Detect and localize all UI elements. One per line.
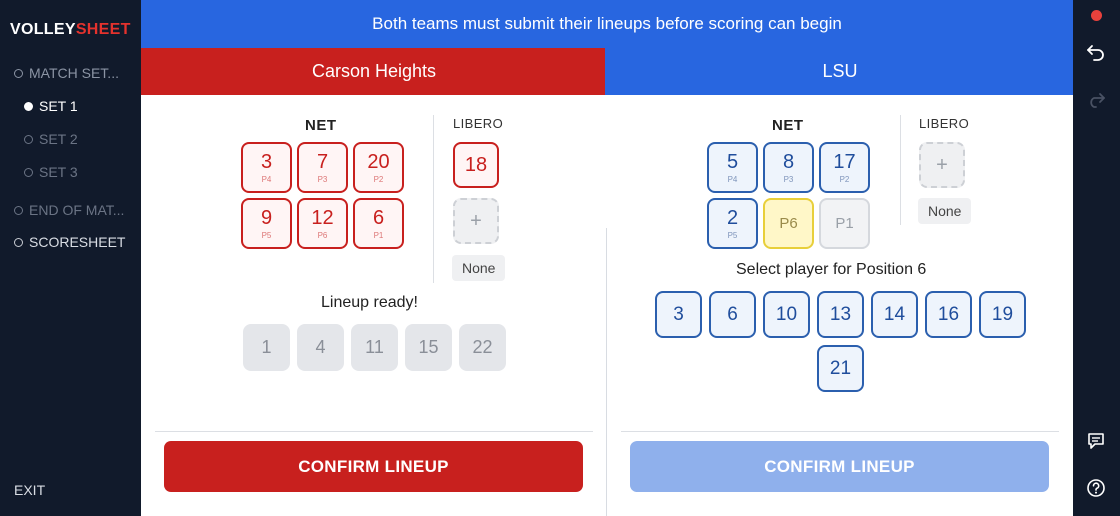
- away-footer-divider: [621, 431, 1059, 432]
- away-roster-player[interactable]: 6: [709, 291, 756, 338]
- sidebar-item-set-2[interactable]: SET 2: [24, 131, 78, 147]
- away-court-p5[interactable]: 2 P5: [707, 198, 758, 249]
- sidebar-item-label: MATCH SET...: [29, 65, 119, 81]
- home-confirm-lineup-button[interactable]: CONFIRM LINEUP: [164, 441, 583, 492]
- home-footer-divider: [155, 431, 593, 432]
- exit-button[interactable]: EXIT: [14, 482, 45, 498]
- sidebar-item-match-setup[interactable]: MATCH SET...: [14, 65, 119, 81]
- away-libero-none[interactable]: None: [918, 198, 972, 224]
- away-team-header: LSU: [607, 48, 1073, 95]
- away-court-p1-empty[interactable]: P1: [819, 198, 870, 249]
- undo-icon[interactable]: [1085, 41, 1107, 63]
- circle-icon: [14, 205, 23, 215]
- home-court-p2[interactable]: 20 P2: [353, 142, 404, 193]
- away-roster-player[interactable]: 13: [817, 291, 864, 338]
- home-court-p4[interactable]: 3 P4: [241, 142, 292, 193]
- app-logo: VOLLEYSHEET: [10, 21, 131, 38]
- redo-icon[interactable]: [1085, 88, 1107, 110]
- sidebar-item-label: SCORESHEET: [29, 234, 126, 250]
- away-roster-player[interactable]: 10: [763, 291, 810, 338]
- panel-divider: [606, 228, 607, 516]
- home-bench-player[interactable]: 15: [405, 324, 452, 371]
- home-lineup-status: Lineup ready!: [321, 294, 418, 311]
- home-bench-player[interactable]: 22: [459, 324, 506, 371]
- home-court-p3[interactable]: 7 P3: [297, 142, 348, 193]
- record-dot-icon: [1091, 10, 1102, 21]
- away-roster-player[interactable]: 21: [817, 345, 864, 392]
- sidebar: VOLLEYSHEET MATCH SET... SET 1 SET 2 SET…: [0, 0, 141, 516]
- away-confirm-lineup-button[interactable]: CONFIRM LINEUP: [630, 441, 1049, 492]
- home-net-label: NET: [305, 117, 337, 134]
- away-libero-label: LIBERO: [919, 116, 970, 131]
- header-divider: [605, 48, 608, 95]
- home-add-libero-button[interactable]: +: [453, 198, 499, 244]
- home-bench-player[interactable]: 1: [243, 324, 290, 371]
- home-court-p5[interactable]: 9 P5: [241, 198, 292, 249]
- sidebar-item-set-1[interactable]: SET 1: [24, 98, 78, 114]
- away-roster-player[interactable]: 14: [871, 291, 918, 338]
- home-bench-player[interactable]: 4: [297, 324, 344, 371]
- home-libero-divider: [433, 115, 434, 283]
- home-court-p1[interactable]: 6 P1: [353, 198, 404, 249]
- app-root: VOLLEYSHEET MATCH SET... SET 1 SET 2 SET…: [0, 0, 1120, 516]
- sidebar-item-label: SET 3: [39, 164, 78, 180]
- home-libero-label: LIBERO: [453, 116, 504, 131]
- sidebar-item-label: SET 2: [39, 131, 78, 147]
- circle-icon: [24, 167, 33, 177]
- circle-icon: [14, 68, 23, 78]
- home-team-header: Carson Heights: [141, 48, 607, 95]
- lineup-banner: Both teams must submit their lineups bef…: [141, 0, 1073, 48]
- sidebar-item-set-3[interactable]: SET 3: [24, 164, 78, 180]
- away-roster-player[interactable]: 3: [655, 291, 702, 338]
- away-court-p6-selected[interactable]: P6: [763, 198, 814, 249]
- home-bench-player[interactable]: 11: [351, 324, 398, 371]
- circle-icon: [14, 237, 23, 247]
- sidebar-item-scoresheet[interactable]: SCORESHEET: [14, 234, 125, 250]
- sidebar-item-label: SET 1: [39, 98, 78, 114]
- help-icon[interactable]: [1085, 477, 1107, 499]
- home-libero-tile[interactable]: 18: [453, 142, 499, 188]
- away-roster-player[interactable]: 19: [979, 291, 1026, 338]
- away-court-p2[interactable]: 17 P2: [819, 142, 870, 193]
- away-net-label: NET: [772, 117, 804, 134]
- home-libero-none[interactable]: None: [452, 255, 506, 281]
- plus-icon: +: [936, 154, 948, 176]
- home-court-p6[interactable]: 12 P6: [297, 198, 348, 249]
- away-court-p3[interactable]: 8 P3: [763, 142, 814, 193]
- away-court-p4[interactable]: 5 P4: [707, 142, 758, 193]
- plus-icon: +: [470, 210, 482, 232]
- away-roster-player[interactable]: 16: [925, 291, 972, 338]
- circle-icon: [24, 134, 33, 144]
- circle-filled-icon: [24, 101, 33, 111]
- away-libero-divider: [900, 115, 901, 225]
- chat-icon[interactable]: [1085, 430, 1107, 452]
- sidebar-item-end-of-match[interactable]: END OF MAT...: [14, 202, 124, 218]
- away-position-prompt: Select player for Position 6: [736, 261, 927, 278]
- sidebar-item-label: END OF MAT...: [29, 202, 125, 218]
- away-add-libero-button[interactable]: +: [919, 142, 965, 188]
